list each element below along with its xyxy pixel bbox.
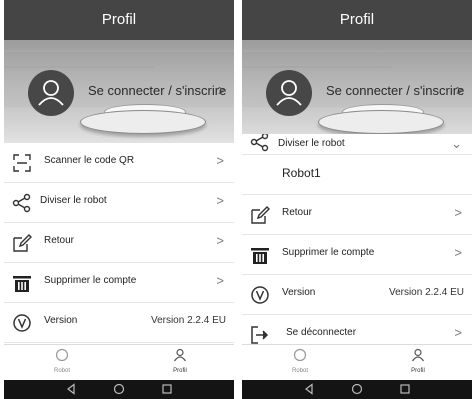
tab-robot[interactable]: Robot	[270, 348, 330, 374]
menu-item-delete-account[interactable]: Supprimer le compte >	[242, 235, 472, 275]
page-title: Profil	[101, 11, 137, 28]
user-avatar-icon[interactable]	[28, 70, 74, 116]
bottom-tab-bar: Robot Profil	[4, 344, 234, 381]
menu-item-share-robot-partial[interactable]: Diviser le robot ⌄	[242, 134, 472, 155]
login-link[interactable]: Se connecter / s'inscrire	[326, 83, 464, 98]
version-v-icon	[250, 285, 270, 305]
robot-tab-icon	[55, 348, 69, 362]
chevron-right-icon: >	[216, 233, 224, 248]
logout-icon	[250, 325, 270, 345]
menu-item-label: Se déconnecter	[286, 327, 357, 338]
menu-item-delete-account[interactable]: Supprimer le compte >	[4, 263, 234, 303]
trash-icon	[250, 245, 270, 265]
profile-banner[interactable]: Se connecter / s'inscrire >	[4, 40, 234, 143]
qr-scan-icon	[12, 153, 32, 173]
profile-tab-icon	[412, 348, 424, 362]
menu-item-label: Diviser le robot	[278, 138, 345, 149]
profile-tab-icon	[174, 348, 186, 362]
tab-profile[interactable]: Profil	[388, 348, 448, 374]
system-nav-bar	[4, 380, 234, 399]
chevron-right-icon: >	[454, 325, 462, 340]
menu-item-scan-qr[interactable]: Scanner le code QR >	[4, 143, 234, 183]
tab-label: Profil	[411, 368, 425, 374]
home-nav-icon[interactable]	[113, 383, 125, 395]
right-screen: Profil Se connecter / s'inscrire > Divis…	[242, 0, 472, 399]
share-icon	[250, 134, 270, 152]
tab-label: Robot	[291, 368, 308, 374]
bottom-tab-bar: Robot Profil	[242, 344, 472, 381]
tab-robot[interactable]: Robot	[32, 348, 92, 374]
menu-item-feedback[interactable]: Retour >	[4, 223, 234, 263]
profile-banner[interactable]: Se connecter / s'inscrire >	[242, 40, 472, 143]
chevron-right-icon: >	[216, 273, 224, 288]
menu-item-version: Version Version 2.2.4 EU	[242, 275, 472, 315]
tab-label: Robot	[53, 368, 70, 374]
version-v-icon	[12, 313, 32, 333]
recents-nav-icon[interactable]	[161, 383, 173, 395]
menu-item-label: Supprimer le compte	[44, 275, 137, 286]
chevron-right-icon: >	[216, 153, 224, 168]
trash-icon	[12, 273, 32, 293]
menu-item-label: Version	[282, 287, 316, 298]
page-title: Profil	[339, 11, 375, 28]
chevron-right-icon: >	[454, 245, 462, 260]
menu-item-label: Supprimer le compte	[282, 247, 375, 258]
version-value: Version 2.2.4 EU	[388, 287, 464, 298]
version-value: Version 2.2.4 EU	[150, 315, 226, 326]
left-screen: Profil Se connecter / s'inscrire > Scann…	[4, 0, 234, 399]
menu-item-label: Retour	[44, 235, 75, 246]
login-link[interactable]: Se connecter / s'inscrire	[88, 83, 226, 98]
chevron-right-icon: >	[218, 82, 227, 98]
menu-item-version: Version Version 2.2.4 EU	[4, 303, 234, 343]
back-nav-icon[interactable]	[303, 383, 315, 395]
share-icon	[12, 193, 32, 213]
menu-item-share-robot[interactable]: Diviser le robot >	[4, 183, 234, 223]
edit-icon	[12, 233, 32, 253]
robot-tab-icon	[293, 348, 307, 362]
home-nav-icon[interactable]	[351, 383, 363, 395]
system-nav-bar	[242, 380, 472, 399]
tab-label: Profil	[173, 368, 187, 374]
chevron-right-icon: >	[456, 82, 465, 98]
robot-list-item[interactable]: Robot1	[242, 155, 472, 195]
menu-item-label: Scanner le code QR	[44, 155, 135, 166]
recents-nav-icon[interactable]	[399, 383, 411, 395]
chevron-right-icon: >	[454, 205, 462, 220]
chevron-down-icon: ⌄	[451, 136, 462, 151]
menu-item-label: Diviser le robot	[40, 195, 107, 206]
robot-name: Robot1	[282, 166, 321, 180]
header-bar: Profil	[4, 0, 234, 40]
header-bar: Profil	[242, 0, 472, 40]
menu-item-label: Retour	[282, 207, 313, 218]
menu-item-feedback[interactable]: Retour >	[242, 195, 472, 235]
tab-profile[interactable]: Profil	[150, 348, 210, 374]
back-nav-icon[interactable]	[65, 383, 77, 395]
chevron-right-icon: >	[216, 193, 224, 208]
edit-icon	[250, 205, 270, 225]
user-avatar-icon[interactable]	[266, 70, 312, 116]
menu-item-label: Version	[44, 315, 78, 326]
